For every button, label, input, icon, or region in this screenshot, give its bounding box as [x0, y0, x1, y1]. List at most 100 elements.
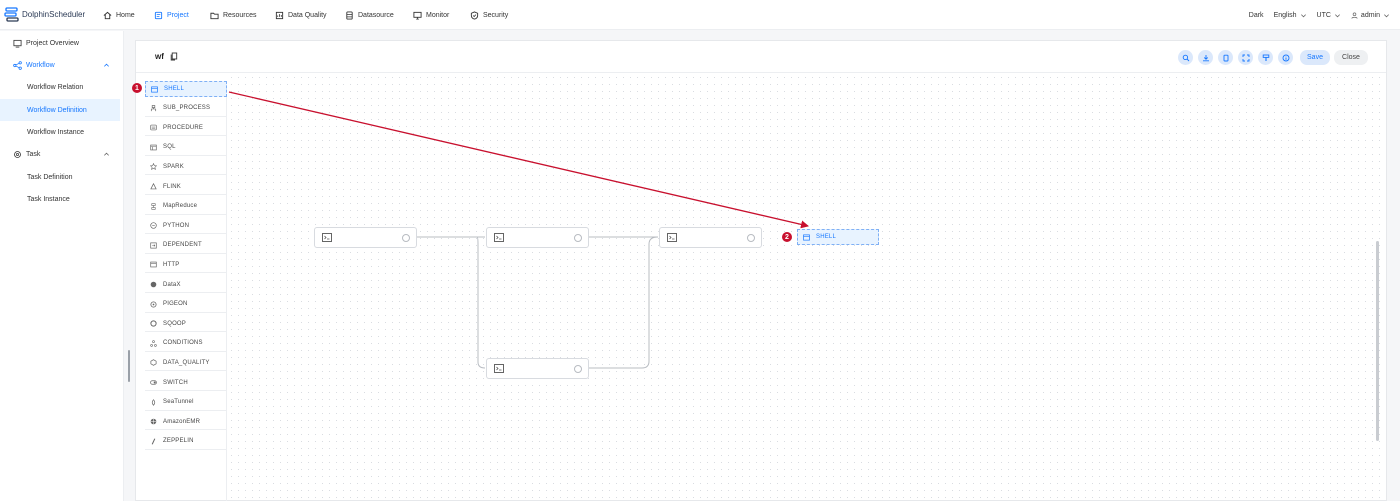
nav-data-quality[interactable]: Data Quality — [275, 0, 327, 30]
theme-toggle[interactable]: Dark — [1249, 12, 1264, 19]
palette-item-zeppelin[interactable]: ZEPPELIN — [145, 434, 227, 450]
mapreduce-icon — [151, 202, 156, 210]
palette-item-label: DEPENDENT — [163, 242, 202, 249]
palette-item-dependent[interactable]: DEPENDENT — [145, 238, 227, 254]
nav-security[interactable]: Security — [470, 0, 508, 30]
palette-item-sqoop[interactable]: SQOOP — [145, 316, 227, 333]
palette-item-datax[interactable]: DataX — [145, 277, 227, 293]
info-icon — [1282, 54, 1289, 61]
palette-item-mapreduce[interactable]: MapReduce — [145, 199, 227, 215]
sidebar-item-workflow[interactable]: Workflow — [0, 54, 120, 76]
palette-item-label: ZEPPELIN — [163, 438, 194, 445]
sql-icon — [150, 144, 157, 151]
sidebar-item-project-overview[interactable]: Project Overview — [0, 32, 120, 54]
user-icon — [1351, 12, 1358, 19]
palette-item-label: PYTHON — [163, 222, 190, 229]
dag-edges — [417, 236, 659, 369]
datax-icon — [150, 281, 157, 288]
copy-button[interactable] — [1218, 50, 1233, 65]
seatunnel-icon — [151, 398, 156, 406]
procedure-icon — [150, 124, 157, 131]
palette-item-spark[interactable]: SPARK — [145, 159, 227, 176]
chevron-up-icon — [104, 152, 109, 156]
palette-item-amazonemr[interactable]: AmazonEMR — [145, 414, 227, 431]
palette-item-label: SWITCH — [163, 379, 188, 386]
palette-item-seatunnel[interactable]: SeaTunnel — [145, 395, 227, 411]
logo[interactable]: DolphinScheduler — [0, 0, 100, 30]
conditions-icon — [150, 340, 157, 347]
logo-text: DolphinScheduler — [22, 10, 86, 19]
palette-item-label: HTTP — [163, 261, 180, 268]
palette-item-label: FLINK — [163, 183, 182, 190]
palette-item-data-quality[interactable]: DATA_QUALITY — [145, 355, 227, 372]
sidebar-item-task-instance[interactable]: Task Instance — [0, 188, 120, 210]
task-node[interactable] — [659, 227, 762, 248]
task-node[interactable] — [486, 358, 589, 379]
palette-item-label: SHELL — [164, 86, 185, 92]
nav-resources[interactable]: Resources — [210, 0, 256, 30]
amazon-emr-icon — [150, 418, 157, 425]
palette-item-conditions[interactable]: CONDITIONS — [145, 336, 227, 352]
palette-item-label: PROCEDURE — [163, 124, 204, 131]
dag-canvas[interactable]: SHELL — [228, 74, 1386, 501]
palette-item-switch[interactable]: SWITCH — [145, 375, 227, 391]
palette-item-label: DATA_QUALITY — [163, 359, 210, 366]
language-select[interactable]: English — [1274, 12, 1307, 19]
editor-header: wf Save Close — [136, 41, 1386, 73]
nav-monitor[interactable]: Monitor — [413, 0, 449, 30]
drag-drop-ghost-shell: SHELL — [797, 229, 879, 245]
palette-item-shell[interactable]: SHELL — [145, 81, 227, 97]
palette-item-sql[interactable]: SQL — [145, 140, 227, 156]
clipboard-icon — [1223, 54, 1228, 61]
sidebar-resize-handle[interactable] — [128, 350, 130, 382]
palette-item-label: AmazonEMR — [163, 418, 201, 425]
folder-icon — [210, 12, 219, 19]
database-icon — [346, 10, 353, 20]
palette-item-label: SQOOP — [163, 320, 187, 327]
timezone-select[interactable]: UTC — [1317, 12, 1341, 19]
node-status-indicator — [747, 234, 755, 242]
close-button[interactable]: Close — [1334, 50, 1368, 65]
sidebar-item-task-definition[interactable]: Task Definition — [0, 166, 120, 188]
palette-item-pigeon[interactable]: PIGEON — [145, 297, 227, 313]
palette-item-flink[interactable]: FLINK — [145, 179, 227, 195]
search-icon — [1182, 54, 1189, 61]
download-icon — [1202, 54, 1209, 61]
palette-item-label: SPARK — [163, 163, 184, 170]
overview-icon — [13, 39, 22, 48]
palette-item-http[interactable]: HTTP — [145, 257, 227, 274]
data-quality-icon — [150, 359, 157, 367]
paint-brush-icon — [1262, 54, 1269, 61]
dag-edge — [589, 236, 659, 369]
palette-item-python[interactable]: PYTHON — [145, 218, 227, 235]
fullscreen-button[interactable] — [1238, 50, 1253, 65]
sidebar-item-workflow-instance[interactable]: Workflow Instance — [0, 121, 120, 143]
sub-process-icon — [150, 104, 157, 111]
sidebar-item-workflow-definition[interactable]: Workflow Definition — [0, 99, 120, 121]
nav-datasource[interactable]: Datasource — [345, 0, 394, 30]
search-button[interactable] — [1178, 50, 1193, 65]
sidebar-item-workflow-relation[interactable]: Workflow Relation — [0, 76, 120, 98]
node-status-indicator — [402, 234, 410, 242]
http-icon — [150, 262, 157, 268]
canvas-scrollbar[interactable] — [1376, 241, 1379, 441]
nav-project[interactable]: Project — [154, 0, 189, 30]
sidebar-item-task[interactable]: Task — [0, 143, 120, 165]
task-node[interactable] — [486, 227, 589, 248]
palette-item-label: CONDITIONS — [163, 340, 203, 347]
terminal-icon — [667, 233, 677, 242]
info-button[interactable] — [1278, 50, 1293, 65]
task-node[interactable] — [314, 227, 417, 248]
user-menu[interactable]: admin — [1351, 12, 1390, 19]
palette-item-sub-process[interactable]: SUB_PROCESS — [145, 101, 227, 117]
copy-icon[interactable] — [170, 52, 178, 61]
save-button[interactable]: Save — [1300, 50, 1330, 65]
nav-home[interactable]: Home — [103, 0, 135, 30]
palette-item-label: SQL — [163, 144, 176, 151]
shell-icon — [803, 234, 810, 240]
format-button[interactable] — [1258, 50, 1273, 65]
spark-icon — [150, 163, 157, 171]
palette-item-procedure[interactable]: PROCEDURE — [145, 120, 227, 137]
download-button[interactable] — [1198, 50, 1213, 65]
node-status-indicator — [574, 365, 582, 373]
